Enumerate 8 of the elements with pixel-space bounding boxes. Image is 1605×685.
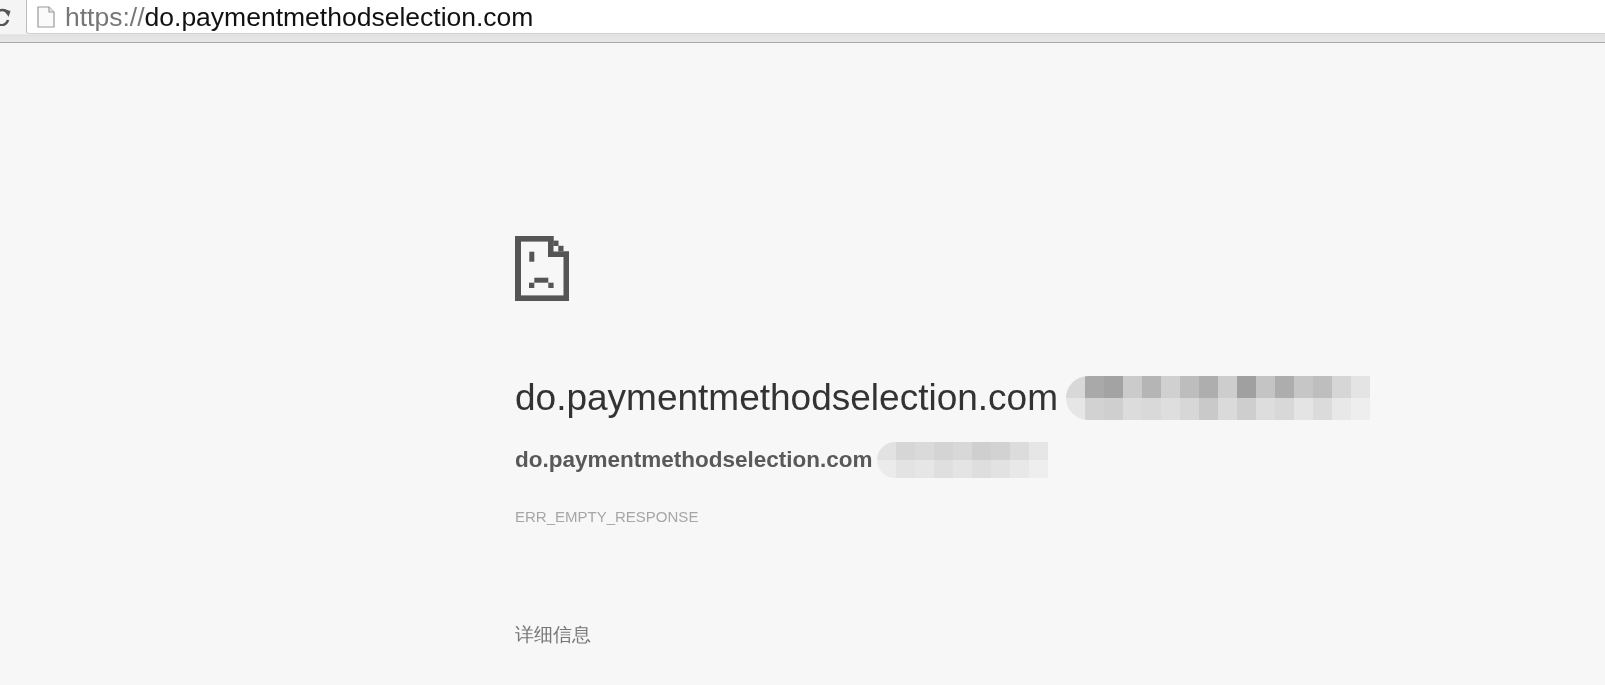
error-heading: do.paymentmethodselection.com — [515, 376, 1058, 420]
details-button[interactable]: 详细信息 — [515, 623, 591, 647]
error-code: ERR_EMPTY_RESPONSE — [515, 507, 699, 527]
reload-icon[interactable] — [0, 8, 11, 26]
page-icon — [37, 5, 55, 28]
error-subtitle: do.paymentmethodselection.com — [515, 446, 873, 474]
address-bar[interactable]: https://do.paymentmethodselection.com — [26, 0, 1605, 34]
sad-page-icon — [515, 236, 569, 301]
